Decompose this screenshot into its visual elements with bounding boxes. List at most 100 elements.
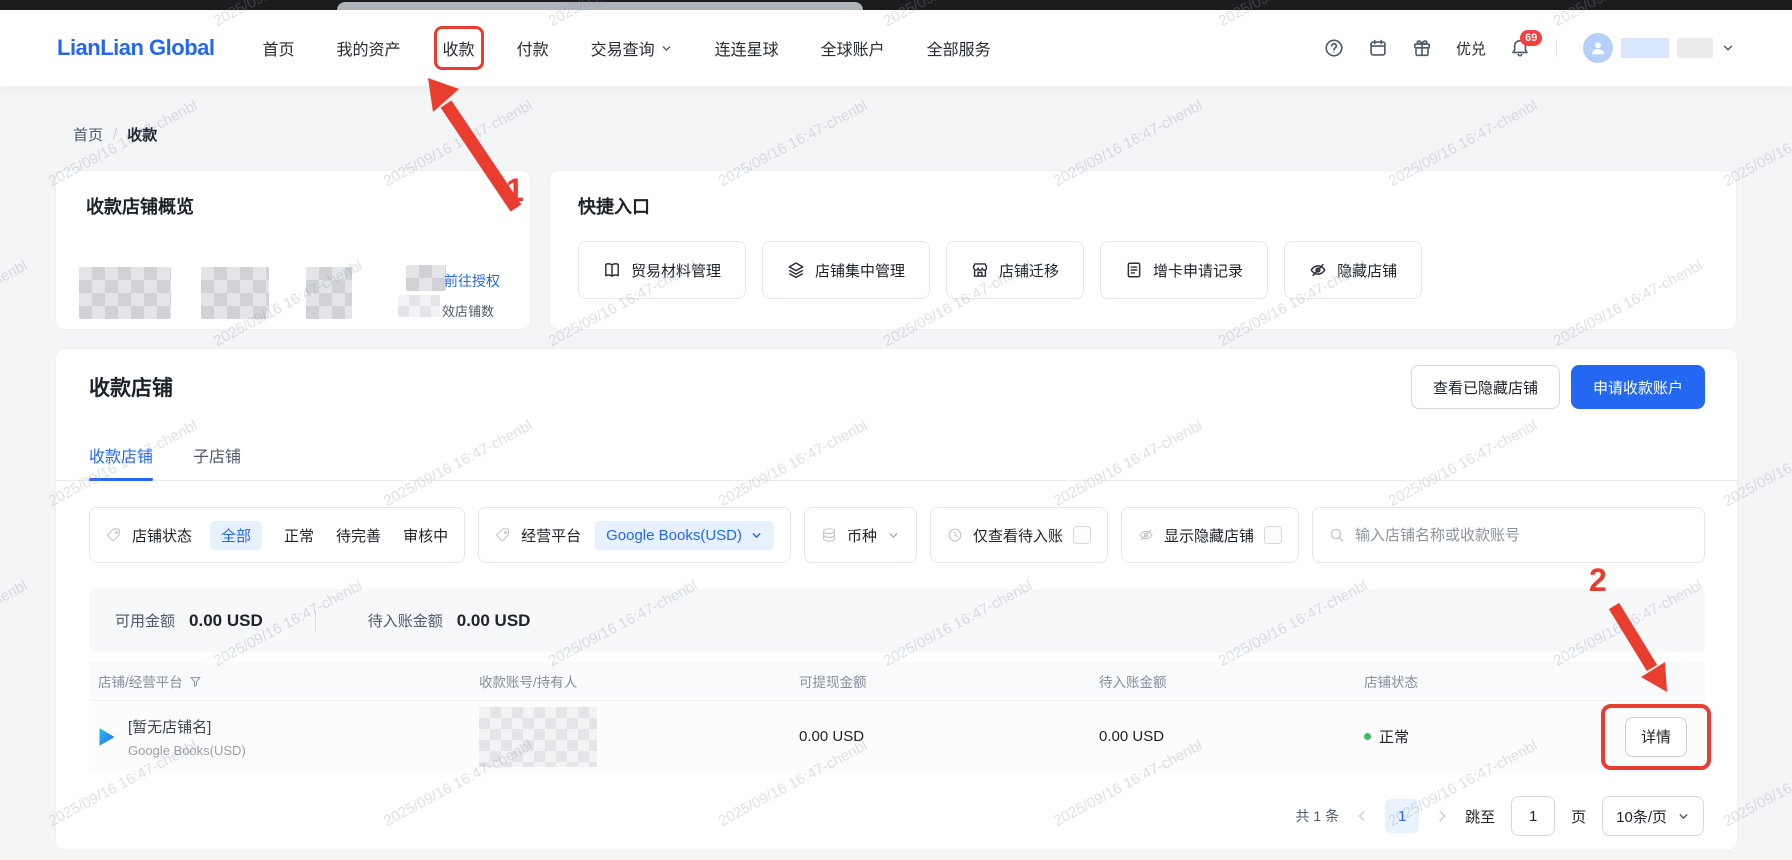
main-title-row: 收款店铺 查看已隐藏店铺 申请收款账户 [56,349,1737,409]
platform-selected-value: Google Books(USD) [606,526,742,544]
shop-search-box [1312,507,1705,563]
status-option-incomplete[interactable]: 待完善 [336,525,381,546]
chevron-down-icon [752,532,761,538]
store-icon [972,263,988,277]
redacted-username-2 [1677,38,1713,58]
go-authorize-link[interactable]: 前往授权 [444,271,500,291]
clock-icon [948,528,962,542]
status-option-reviewing[interactable]: 审核中 [403,525,448,546]
tag-icon [107,528,120,542]
nav-all-services[interactable]: 全部服务 [923,30,995,66]
pending-only-checkbox[interactable] [1073,526,1092,544]
header-divider [1556,39,1557,57]
available-amount-label: 可用金额 [115,613,176,630]
filter-pending-only: 仅查看待入账 [930,507,1109,563]
youdui-link[interactable]: 优兑 [1456,38,1486,59]
col-status: 店铺状态 [1364,675,1418,690]
quick-hide-shop-button[interactable]: 隐藏店铺 [1284,241,1423,299]
tab-receiving-shops[interactable]: 收款店铺 [89,443,154,481]
browser-tab-segment [337,2,863,10]
pagination: 共 1 条 1 跳至 页 10条/页 [56,796,1704,836]
nav-receive[interactable]: 收款 [433,26,484,70]
total-count: 共 1 条 [1295,808,1340,824]
book-icon [605,263,619,277]
eye-off-icon [1139,529,1153,541]
page-1-button[interactable]: 1 [1385,799,1420,833]
chevron-down-icon [1723,45,1733,51]
redacted-stat-block [201,267,269,319]
col-withdrawable: 可提现金额 [799,675,867,690]
shop-cell: [暂无店铺名] Google Books(USD) [89,716,479,758]
show-hidden-label: 显示隐藏店铺 [1164,527,1255,545]
quick-entry-card: 快捷入口 贸易材料管理 店铺集中管理 店铺迁移 增卡申请记录 隐藏店铺 [549,170,1737,330]
nav-transactions[interactable]: 交易查询 [587,30,677,66]
table-header: 店铺/经营平台 收款账号/持有人 可提现金额 待入账金额 店铺状态 [89,662,1705,700]
breadcrumb-separator: / [113,126,118,143]
nav-my-assets[interactable]: 我的资产 [333,30,405,66]
action-cell: 详情 [1601,703,1711,770]
col-pending: 待入账金额 [1099,675,1167,690]
prev-page-icon[interactable] [1355,809,1369,823]
nav-lianlian-planet[interactable]: 连连星球 [711,30,783,66]
page-size-select[interactable]: 10条/页 [1602,796,1704,836]
status-option-normal[interactable]: 正常 [284,525,314,546]
quick-card-request-records-button[interactable]: 增卡申请记录 [1100,241,1269,299]
apply-receiving-account-button[interactable]: 申请收款账户 [1570,365,1705,409]
chevron-down-icon [662,45,670,51]
shop-tabs: 收款店铺 子店铺 [56,409,1737,481]
bell-icon[interactable]: 69 [1510,30,1543,58]
redacted-stat-block [79,267,171,319]
view-hidden-shops-button[interactable]: 查看已隐藏店铺 [1410,365,1560,409]
calendar-icon[interactable] [1368,38,1388,58]
shop-name: [暂无店铺名] [128,718,212,736]
quick-entry-row: 贸易材料管理 店铺集中管理 店铺迁移 增卡申请记录 隐藏店铺 [578,241,1736,299]
available-amount-value: 0.00 USD [189,610,263,630]
tab-sub-shops[interactable]: 子店铺 [193,443,241,480]
header-right: 优兑 69 [1324,30,1735,63]
layers-icon [788,262,804,279]
help-icon[interactable] [1324,38,1344,58]
summary-bar: 可用金额 0.00 USD 待入账金额 0.00 USD [89,589,1705,652]
pending-only-label: 仅查看待入账 [973,527,1064,545]
nav-global-account[interactable]: 全球账户 [817,30,889,66]
status-cell: 正常 [1364,726,1609,747]
filter-currency[interactable]: 币种 [803,507,917,563]
status-badge: 正常 [1379,729,1410,746]
platform-select[interactable]: Google Books(USD) [595,520,774,550]
jump-page-input[interactable] [1511,796,1556,836]
breadcrumb: 首页 / 收款 [73,124,157,145]
shop-status-label: 店铺状态 [132,527,193,545]
coins-icon [822,528,836,542]
breadcrumb-current: 收款 [127,127,158,144]
next-page-icon[interactable] [1435,809,1449,823]
funnel-icon[interactable] [189,675,202,688]
quick-shop-migration-button[interactable]: 店铺迁移 [946,241,1085,299]
main-nav: 首页 我的资产 收款 付款 交易查询 连连星球 全球账户 全部服务 [259,26,995,70]
tag-icon [496,528,510,542]
receiving-shops-card: 收款店铺 查看已隐藏店铺 申请收款账户 收款店铺 子店铺 店铺状态 全部 正常 … [55,348,1738,851]
filter-show-hidden: 显示隐藏店铺 [1121,507,1300,563]
shop-status-options: 全部 正常 待完善 审核中 [210,520,448,550]
main-actions: 查看已隐藏店铺 申请收款账户 [1410,365,1705,409]
notification-badge: 69 [1520,30,1543,46]
breadcrumb-home[interactable]: 首页 [73,124,103,145]
shop-search-input[interactable] [1355,526,1688,544]
app-header: LianLian Global 首页 我的资产 收款 付款 交易查询 连连星球 … [0,10,1792,87]
detail-button[interactable]: 详情 [1625,716,1687,757]
gift-icon[interactable] [1412,38,1432,58]
avatar [1583,33,1613,63]
nav-pay[interactable]: 付款 [513,30,553,66]
page-size-value: 10条/页 [1616,808,1667,826]
search-icon [1330,528,1344,542]
quick-shop-central-mgmt-button[interactable]: 店铺集中管理 [762,241,931,299]
eye-off-icon [1310,263,1326,277]
redacted-stat-block [306,267,352,319]
account-menu[interactable] [1583,33,1735,63]
shop-count-label: 效店铺数 [442,304,495,319]
nav-home[interactable]: 首页 [259,30,299,66]
filter-shop-status: 店铺状态 全部 正常 待完善 审核中 [89,507,466,563]
show-hidden-checkbox[interactable] [1264,526,1283,544]
status-option-all[interactable]: 全部 [210,520,263,550]
quick-trade-materials-button[interactable]: 贸易材料管理 [578,241,747,299]
redacted-username [1621,38,1669,58]
